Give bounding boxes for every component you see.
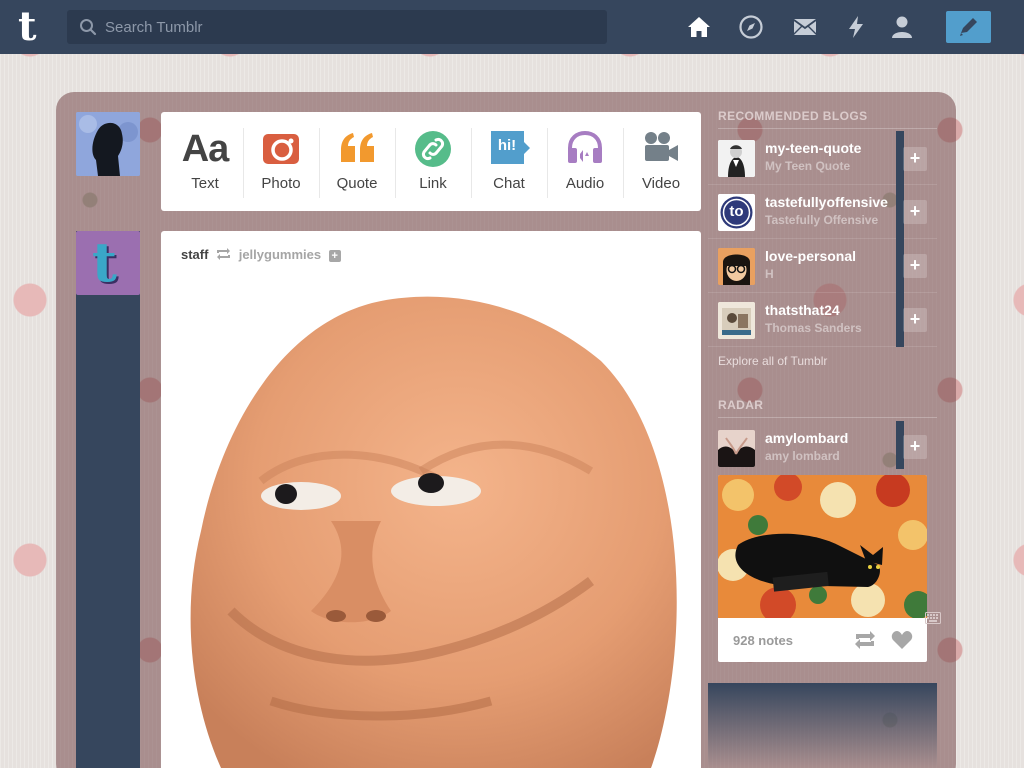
blog-name[interactable]: thatsthat24 (765, 302, 905, 318)
radar-post-card[interactable]: 928 notes (718, 475, 927, 662)
dashboard-post: staff jellygummies + (161, 231, 701, 768)
sidebar-bottom-fade (708, 683, 937, 768)
notes-count[interactable]: 928 notes (733, 633, 793, 648)
blog-avatar-text: to (729, 203, 744, 220)
post-type-video[interactable]: Video (623, 112, 699, 211)
blog-name[interactable]: amylombard (765, 430, 905, 446)
camera-icon (263, 134, 299, 164)
top-navigation-bar: t (0, 0, 1024, 54)
reblog-source-link[interactable]: jellygummies (239, 247, 321, 262)
blog-avatar[interactable] (718, 248, 755, 285)
home-icon[interactable] (686, 14, 712, 40)
pencil-icon (960, 18, 977, 36)
post-type-bar: Aa Text Photo Quote Link hi! Chat Audio … (161, 112, 701, 211)
post-type-text[interactable]: Aa Text (167, 112, 243, 211)
mail-icon[interactable] (792, 14, 818, 40)
post-type-label: Chat (493, 175, 525, 192)
compass-icon[interactable] (738, 14, 764, 40)
heart-icon[interactable] (891, 630, 913, 650)
post-type-audio[interactable]: Audio (547, 112, 623, 211)
lightning-icon[interactable] (843, 14, 869, 40)
keyboard-shortcuts-icon[interactable] (925, 612, 941, 624)
reblog-icon[interactable] (854, 631, 876, 649)
person-icon[interactable] (889, 14, 915, 40)
blog-title: My Teen Quote (765, 159, 851, 173)
blog-title: Tastefully Offensive (765, 213, 879, 227)
post-header: staff jellygummies + (181, 247, 341, 263)
follow-button[interactable]: + (903, 254, 927, 278)
post-type-label: Link (419, 175, 447, 192)
search-icon (80, 19, 97, 36)
blog-avatar[interactable] (718, 140, 755, 177)
blog-avatar[interactable] (718, 430, 755, 467)
follow-button[interactable]: + (903, 200, 927, 224)
quote-icon (341, 133, 374, 162)
post-type-label: Text (191, 175, 219, 192)
blog-name[interactable]: tastefullyoffensive (765, 194, 905, 210)
search-box[interactable] (67, 10, 607, 44)
blog-avatar[interactable]: to (718, 194, 755, 231)
headphones-icon (568, 130, 602, 163)
tumblr-logo[interactable]: t (18, 7, 50, 47)
post-type-photo[interactable]: Photo (243, 112, 319, 211)
post-type-chat[interactable]: hi! Chat (471, 112, 547, 211)
post-author-rail (76, 231, 140, 768)
follow-button[interactable]: + (903, 435, 927, 459)
blog-title: H (765, 267, 774, 281)
reblog-icon (217, 248, 231, 260)
search-input[interactable] (105, 10, 600, 44)
staff-logo-glyph: t (92, 230, 117, 294)
post-image-bald-head[interactable] (161, 281, 701, 768)
follow-button[interactable]: + (903, 147, 927, 171)
post-type-label: Photo (261, 175, 301, 192)
blog-title: amy lombard (765, 449, 840, 463)
post-type-link[interactable]: Link (395, 112, 471, 211)
follow-source-button[interactable]: + (328, 250, 341, 262)
link-icon (415, 131, 451, 167)
radar-post-image-black-cat[interactable] (718, 475, 927, 618)
compose-button[interactable] (946, 11, 991, 43)
post-type-quote[interactable]: Quote (319, 112, 395, 211)
post-author-link[interactable]: staff (181, 247, 208, 262)
user-silhouette-image (76, 112, 140, 176)
recommended-blogs-heading: RECOMMENDED BLOGS (718, 109, 937, 129)
post-type-label: Video (641, 175, 681, 192)
video-camera-icon (645, 132, 678, 161)
follow-button[interactable]: + (903, 308, 927, 332)
blog-name[interactable]: my-teen-quote (765, 140, 905, 156)
post-type-label: Audio (565, 175, 605, 192)
user-avatar[interactable] (76, 112, 140, 176)
post-author-avatar[interactable]: t (76, 231, 140, 295)
radar-heading: RADAR (718, 398, 937, 418)
text-icon: Aa (181, 128, 230, 170)
explore-all-link[interactable]: Explore all of Tumblr (718, 354, 827, 368)
chat-icon-text: hi! (497, 137, 517, 154)
blog-title: Thomas Sanders (765, 321, 862, 335)
post-type-label: Quote (336, 175, 378, 192)
blog-avatar[interactable] (718, 302, 755, 339)
blog-name[interactable]: love-personal (765, 248, 905, 264)
